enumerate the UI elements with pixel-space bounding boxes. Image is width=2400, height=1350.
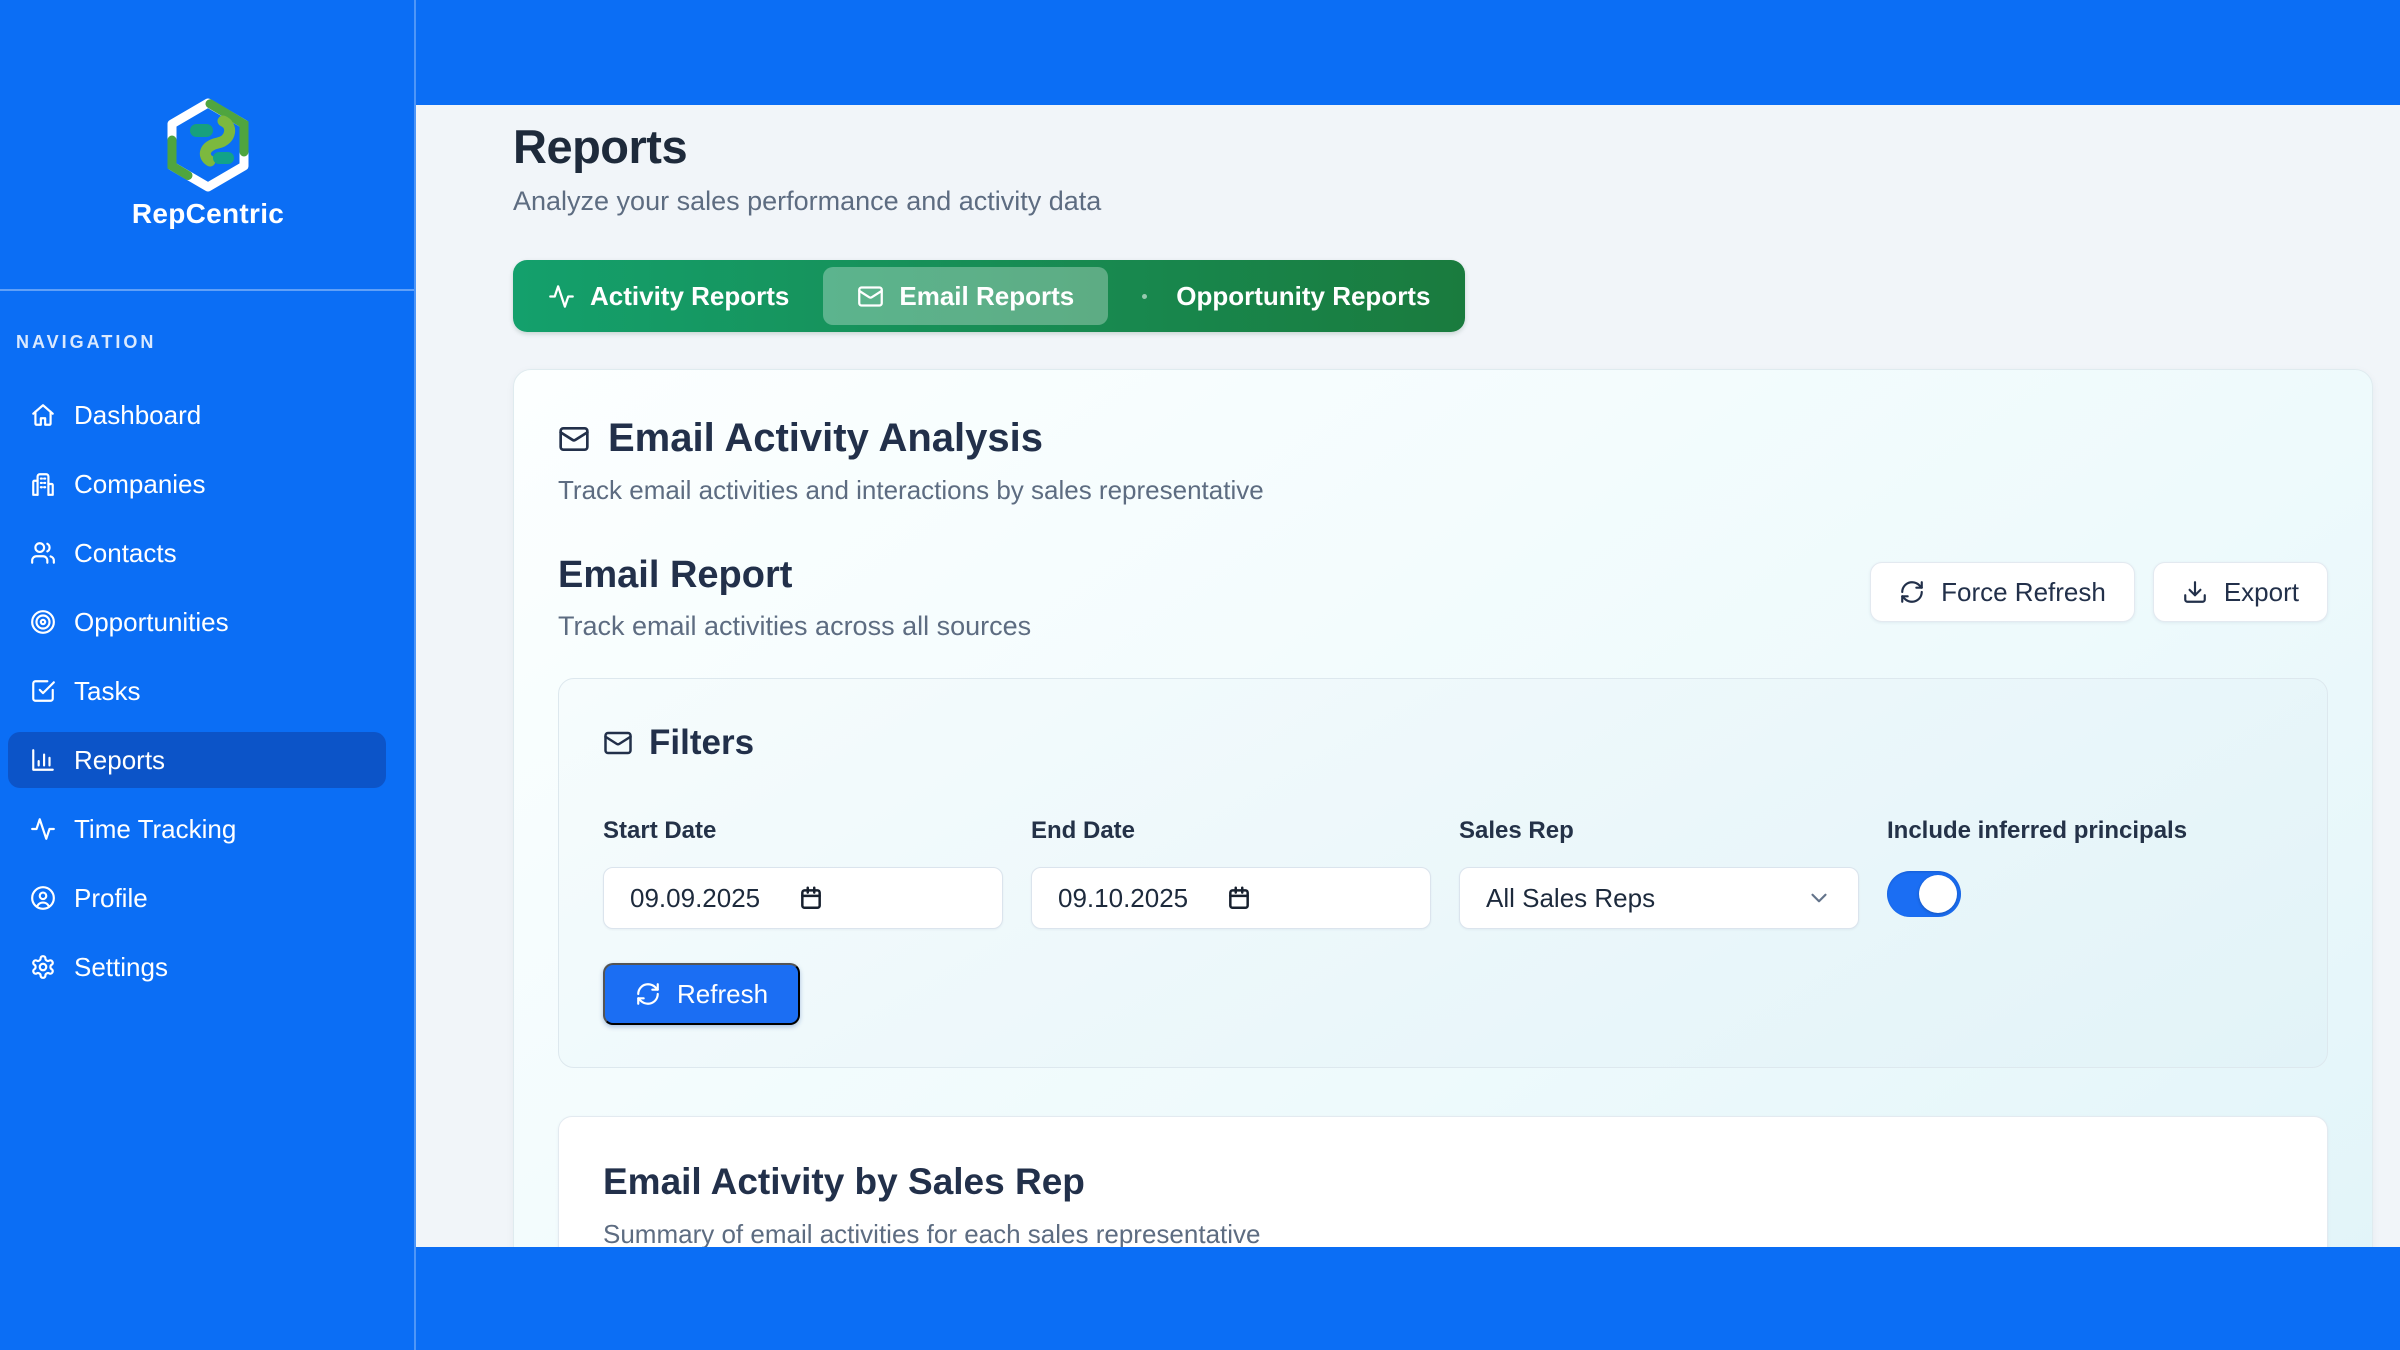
tab-separator-dot <box>1142 294 1147 299</box>
refresh-icon <box>635 981 661 1007</box>
sales-rep-select[interactable]: All Sales Reps <box>1459 867 1859 929</box>
tab-email-reports[interactable]: Email Reports <box>823 267 1108 325</box>
start-date-input[interactable]: 09.09.2025 <box>603 867 1003 929</box>
email-activity-analysis-card: Email Activity Analysis Track email acti… <box>513 369 2373 1247</box>
sidebar-item-dashboard[interactable]: Dashboard <box>8 387 386 443</box>
sidebar-item-label: Time Tracking <box>74 814 236 845</box>
sidebar-item-profile[interactable]: Profile <box>8 870 386 926</box>
home-icon <box>30 402 56 428</box>
user-circle-icon <box>30 885 56 911</box>
bar-chart-icon <box>30 747 56 773</box>
mail-icon <box>603 728 633 758</box>
activity-icon <box>548 283 575 310</box>
nav-section-label: NAVIGATION <box>16 332 386 353</box>
sidebar-item-opportunities[interactable]: Opportunities <box>8 594 386 650</box>
brand-logo: RepCentric <box>0 98 416 230</box>
sidebar-item-label: Settings <box>74 952 168 983</box>
refresh-icon <box>1899 579 1925 605</box>
force-refresh-button[interactable]: Force Refresh <box>1870 562 2135 622</box>
calendar-icon[interactable] <box>798 885 824 911</box>
email-activity-by-rep-card: Email Activity by Sales Rep Summary of e… <box>558 1116 2328 1247</box>
sidebar: RepCentric NAVIGATION Dashboard Companie… <box>0 0 416 1350</box>
users-icon <box>30 540 56 566</box>
start-date-field: Start Date 09.09.2025 <box>603 817 1003 929</box>
sidebar-item-companies[interactable]: Companies <box>8 456 386 512</box>
sidebar-item-contacts[interactable]: Contacts <box>8 525 386 581</box>
refresh-label: Refresh <box>677 979 768 1010</box>
analysis-card-subtitle: Track email activities and interactions … <box>558 475 2328 506</box>
start-date-label: Start Date <box>603 817 1003 845</box>
sidebar-item-label: Companies <box>74 469 206 500</box>
brand-name: RepCentric <box>0 198 416 230</box>
building-icon <box>30 471 56 497</box>
tab-activity-reports[interactable]: Activity Reports <box>514 267 823 325</box>
sidebar-item-label: Opportunities <box>74 607 229 638</box>
target-icon <box>30 609 56 635</box>
include-inferred-toggle[interactable] <box>1887 871 1961 917</box>
report-tabs: Activity Reports Email Reports Opportuni… <box>513 260 1465 332</box>
sidebar-item-tasks[interactable]: Tasks <box>8 663 386 719</box>
include-inferred-label: Include inferred principals <box>1887 817 2283 845</box>
filters-card: Filters Start Date 09.09.2025 End Dat <box>558 678 2328 1068</box>
force-refresh-label: Force Refresh <box>1941 577 2106 608</box>
refresh-button[interactable]: Refresh <box>603 963 800 1025</box>
sales-rep-value: All Sales Reps <box>1486 883 1655 914</box>
filters-title: Filters <box>649 723 754 763</box>
export-button[interactable]: Export <box>2153 562 2328 622</box>
gear-icon <box>30 954 56 980</box>
sidebar-item-label: Contacts <box>74 538 177 569</box>
page-title: Reports <box>513 119 2373 174</box>
app-window: RepCentric NAVIGATION Dashboard Companie… <box>0 0 2400 1350</box>
repcentric-hexagon-logo-icon <box>166 98 250 192</box>
sales-rep-label: Sales Rep <box>1459 817 1859 845</box>
email-report-title: Email Report <box>558 554 1031 597</box>
sidebar-divider <box>0 289 414 291</box>
chevron-down-icon <box>1806 885 1832 911</box>
toggle-knob <box>1919 875 1957 913</box>
sales-rep-field: Sales Rep All Sales Reps <box>1459 817 1859 929</box>
check-square-icon <box>30 678 56 704</box>
analysis-card-title: Email Activity Analysis <box>608 416 1043 461</box>
main-content: Reports Analyze your sales performance a… <box>416 105 2400 1247</box>
page-subtitle: Analyze your sales performance and activ… <box>513 186 2373 217</box>
tab-label: Opportunity Reports <box>1176 281 1430 312</box>
sidebar-item-label: Dashboard <box>74 400 201 431</box>
sidebar-item-label: Tasks <box>74 676 140 707</box>
end-date-field: End Date 09.10.2025 <box>1031 817 1431 929</box>
export-label: Export <box>2224 577 2299 608</box>
end-date-label: End Date <box>1031 817 1431 845</box>
sidebar-item-settings[interactable]: Settings <box>8 939 386 995</box>
by-rep-title: Email Activity by Sales Rep <box>603 1161 2283 1203</box>
activity-icon <box>30 816 56 842</box>
end-date-value: 09.10.2025 <box>1058 883 1188 914</box>
download-icon <box>2182 579 2208 605</box>
include-inferred-field: Include inferred principals <box>1887 817 2283 929</box>
sidebar-item-label: Reports <box>74 745 165 776</box>
mail-icon <box>857 283 884 310</box>
end-date-input[interactable]: 09.10.2025 <box>1031 867 1431 929</box>
email-report-subtitle: Track email activities across all source… <box>558 611 1031 642</box>
by-rep-subtitle: Summary of email activities for each sal… <box>603 1219 2283 1247</box>
sidebar-item-label: Profile <box>74 883 148 914</box>
sidebar-item-time-tracking[interactable]: Time Tracking <box>8 801 386 857</box>
mail-icon <box>558 423 590 455</box>
calendar-icon[interactable] <box>1226 885 1252 911</box>
sidebar-item-reports[interactable]: Reports <box>8 732 386 788</box>
tab-opportunity-reports[interactable]: Opportunity Reports <box>1108 267 1464 325</box>
sidebar-nav: NAVIGATION Dashboard Companies Contacts … <box>8 332 386 1008</box>
tab-label: Email Reports <box>899 281 1074 312</box>
tab-label: Activity Reports <box>590 281 789 312</box>
start-date-value: 09.09.2025 <box>630 883 760 914</box>
